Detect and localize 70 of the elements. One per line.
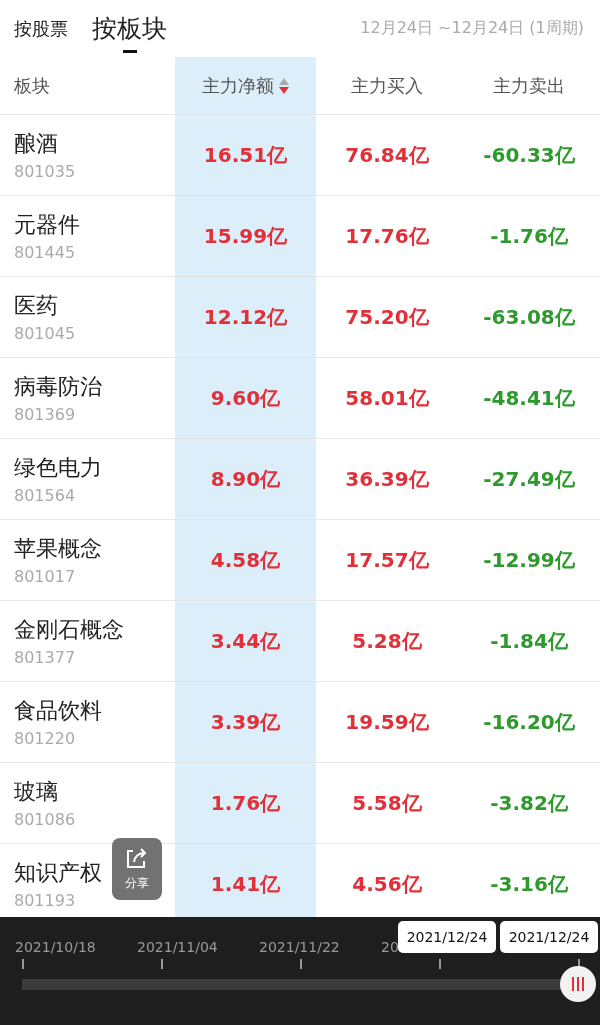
sector-code: 801564	[14, 486, 76, 505]
value-cell: 5.28亿	[352, 627, 422, 655]
value-cell: 12.12亿	[203, 303, 288, 331]
sector-code: 801369	[14, 405, 76, 424]
date-tooltip: 2021/12/24	[398, 921, 496, 953]
sector-name: 医药	[14, 292, 58, 320]
value-cell: -63.08亿	[483, 303, 575, 331]
date-label: 2021/11/04	[137, 939, 218, 955]
value-cell: 3.44亿	[210, 627, 281, 655]
value-cell: 58.01亿	[345, 384, 429, 412]
value-cell: 8.90亿	[210, 465, 281, 493]
value-cell: -12.99亿	[483, 546, 575, 574]
sector-name: 玻璃	[14, 778, 58, 806]
date-label: 20	[381, 939, 399, 955]
sector-name: 病毒防治	[14, 373, 102, 401]
value-cell: 36.39亿	[345, 465, 429, 493]
tick-mark	[22, 959, 24, 969]
date-label: 2021/10/18	[15, 939, 96, 955]
column-header[interactable]: 主力买入	[316, 57, 458, 115]
value-cell: 16.51亿	[203, 141, 288, 169]
value-cell: -1.76亿	[490, 222, 568, 250]
value-cell: 15.99亿	[203, 222, 288, 250]
sector-code: 801220	[14, 729, 76, 748]
sector-code: 801045	[14, 324, 76, 343]
tab[interactable]: 按股票	[14, 10, 68, 47]
sector-code: 801377	[14, 648, 76, 667]
value-cell: 9.60亿	[210, 384, 281, 412]
grip-icon	[572, 977, 584, 991]
value-cell: -27.49亿	[483, 465, 575, 493]
column-header[interactable]: 主力卖出	[458, 57, 600, 115]
sector-code: 801086	[14, 810, 76, 829]
value-cell: 3.39亿	[210, 708, 281, 736]
value-cell: 4.58亿	[210, 546, 281, 574]
tick-mark	[439, 959, 441, 969]
sector-code: 801017	[14, 567, 76, 586]
sector-name: 知识产权	[14, 859, 102, 887]
value-cell: -48.41亿	[483, 384, 575, 412]
tick-mark	[300, 959, 302, 969]
tick-mark	[161, 959, 163, 969]
sector-name: 食品饮料	[14, 697, 102, 725]
sector-name: 苹果概念	[14, 535, 102, 563]
value-cell: -1.84亿	[490, 627, 568, 655]
value-cell: 17.57亿	[345, 546, 429, 574]
value-cell: 5.58亿	[352, 789, 422, 817]
value-cell: -3.16亿	[490, 870, 568, 898]
date-range: 12月24日 ~12月24日 (1周期)	[360, 18, 584, 39]
column-header[interactable]: 主力净额	[175, 57, 316, 115]
sector-name: 绿色电力	[14, 454, 102, 482]
sector-code: 801193	[14, 891, 76, 910]
date-label: 2021/11/22	[259, 939, 340, 955]
value-cell: 17.76亿	[345, 222, 429, 250]
value-cell: 76.84亿	[345, 141, 429, 169]
value-cell: 19.59亿	[345, 708, 429, 736]
sector-name: 酿酒	[14, 130, 58, 158]
value-cell: 1.76亿	[210, 789, 281, 817]
share-button[interactable]: 分享	[112, 838, 162, 900]
date-tooltip: 2021/12/24	[500, 921, 598, 953]
sector-code: 801035	[14, 162, 76, 181]
value-cell: -3.82亿	[490, 789, 568, 817]
tab[interactable]: 按板块	[92, 6, 167, 51]
value-cell: 75.20亿	[345, 303, 429, 331]
value-cell: 1.41亿	[210, 870, 281, 898]
slider-thumb[interactable]	[560, 966, 596, 1002]
sector-name: 元器件	[14, 211, 80, 239]
timeline-slider[interactable]	[22, 966, 596, 1002]
value-cell: -60.33亿	[483, 141, 575, 169]
value-cell: 4.56亿	[352, 870, 422, 898]
value-cell: -16.20亿	[483, 708, 575, 736]
sector-name: 金刚石概念	[14, 616, 124, 644]
sector-code: 801445	[14, 243, 76, 262]
